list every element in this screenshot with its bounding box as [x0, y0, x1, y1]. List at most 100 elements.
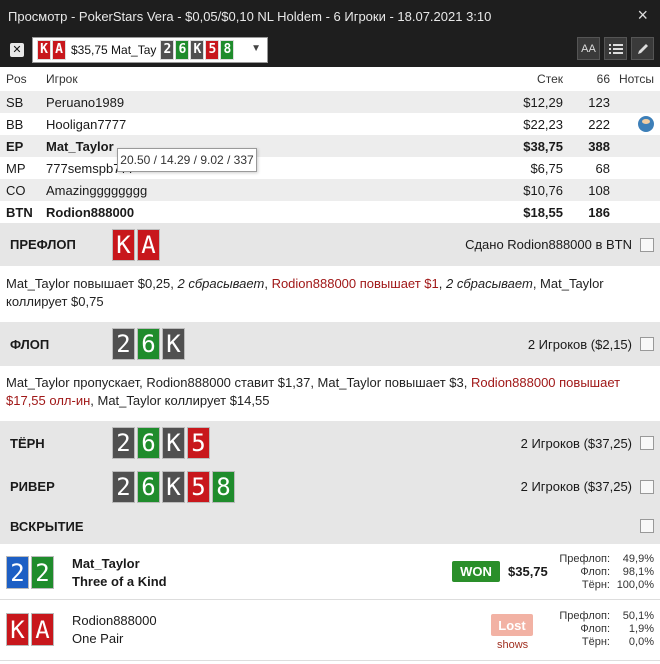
- action-text: Mat_Taylor повышает $0,25,: [6, 276, 178, 291]
- street-info: 2 Игроков ($37,25): [520, 435, 632, 451]
- equity-value: 100,0%: [616, 579, 654, 591]
- card: 2: [112, 427, 135, 459]
- equity-label: Префлоп:: [559, 610, 610, 622]
- street-turn: ТЁРН 2 6 K 5 2 Игроков ($37,25): [0, 421, 660, 465]
- equity-stats: Префлоп: 50,1% Флоп: 1,9% Тёрн: 0,0%: [554, 610, 654, 649]
- result-player: Mat_Taylor: [72, 556, 140, 571]
- row-pos: BTN: [6, 204, 33, 220]
- card: 6: [137, 328, 160, 360]
- row-pos: BB: [6, 116, 24, 132]
- result-cards: K A: [6, 613, 54, 646]
- edit-button[interactable]: [631, 37, 654, 60]
- street-name: ТЁРН: [10, 435, 45, 451]
- street-name: ВСКРЫТИЕ: [10, 518, 84, 534]
- toolbar: ✕ K A $35,75 Mat_Tay 2 6 K 5 8 ▼ AA: [0, 32, 660, 67]
- pencil-icon: [637, 43, 648, 54]
- hand-board-card: 8: [220, 39, 235, 60]
- row-stack: $6,75: [530, 160, 563, 176]
- hand-hole-card: A: [52, 39, 66, 60]
- close-hand-icon[interactable]: ✕: [10, 42, 24, 57]
- action-text: Mat_Taylor пропускает, Rodion888000 став…: [6, 375, 471, 390]
- won-amount: $35,75: [508, 564, 548, 579]
- preflop-actions: Mat_Taylor повышает $0,25, 2 сбрасывает,…: [6, 275, 646, 311]
- card: K: [162, 328, 185, 360]
- list-icon: [608, 43, 623, 54]
- toolbar-buttons: AA: [577, 37, 654, 60]
- hand-board-card: K: [190, 39, 205, 60]
- header-player[interactable]: Игрок: [46, 72, 426, 86]
- header-stat[interactable]: 66: [563, 72, 610, 86]
- row-stack: $12,29: [523, 94, 563, 110]
- equity-label: Префлоп:: [559, 553, 610, 565]
- row-pos: CO: [6, 182, 26, 198]
- street-cards: 2 6 K 5: [112, 427, 210, 459]
- street-checkbox[interactable]: [640, 479, 654, 494]
- close-window-icon[interactable]: ×: [637, 5, 648, 26]
- row-stack: $22,23: [523, 116, 563, 132]
- table-row[interactable]: SB Peruano1989 $12,29 123: [0, 91, 660, 113]
- list-button[interactable]: [604, 37, 627, 60]
- header-stack[interactable]: Стек: [426, 72, 563, 86]
- hand-board-card: 5: [205, 39, 220, 60]
- font-size-button[interactable]: AA: [577, 37, 600, 60]
- row-stat: 222: [588, 116, 610, 132]
- equity-value: 98,1%: [622, 566, 654, 578]
- street-cards: 2 6 K: [112, 328, 185, 360]
- hand-hole-card: K: [37, 39, 51, 60]
- won-badge: WON: [452, 561, 500, 582]
- street-checkbox[interactable]: [640, 337, 654, 351]
- action-sep: ,: [264, 276, 272, 291]
- row-stat: 68: [595, 160, 610, 176]
- hand-select-dropdown[interactable]: K A $35,75 Mat_Tay 2 6 K 5 8 ▼: [32, 36, 268, 63]
- row-stat: 123: [588, 94, 610, 110]
- row-player: Hooligan7777: [46, 116, 127, 132]
- card: K: [6, 613, 29, 646]
- action-sep: ,: [438, 276, 446, 291]
- header-pos[interactable]: Pos: [0, 72, 46, 86]
- street-info: Сдано Rodion888000 в BTN: [465, 237, 632, 252]
- result-hand: Three of a Kind: [72, 574, 167, 589]
- hand-board-card: 6: [175, 39, 190, 60]
- row-pos: EP: [6, 138, 24, 154]
- equity-label: Тёрн:: [581, 636, 610, 648]
- row-pos: MP: [6, 160, 26, 176]
- street-flop: ФЛОП 2 6 K 2 Игроков ($2,15): [0, 322, 660, 366]
- row-notes[interactable]: [610, 116, 660, 133]
- result-loser: K A Rodion888000 One Pair Lost shows Пре…: [0, 601, 660, 661]
- card: A: [31, 613, 54, 646]
- street-checkbox[interactable]: [640, 436, 654, 450]
- table-row[interactable]: CO Amazingggggggg $10,76 108: [0, 179, 660, 201]
- window-title: Просмотр - PokerStars Vera - $0,05/$0,10…: [8, 8, 492, 24]
- equity-value: 1,9%: [628, 623, 654, 635]
- card: A: [137, 228, 160, 261]
- card: 2: [112, 470, 135, 503]
- card: 8: [212, 470, 235, 503]
- street-checkbox[interactable]: [640, 237, 654, 252]
- card: K: [162, 427, 185, 459]
- equity-label: Тёрн:: [581, 579, 610, 591]
- card: 6: [137, 427, 160, 459]
- result-hand: One Pair: [72, 631, 124, 646]
- street-cards: K A: [112, 228, 160, 261]
- street-checkbox[interactable]: [640, 519, 654, 533]
- card: 5: [187, 470, 210, 503]
- flop-actions: Mat_Taylor пропускает, Rodion888000 став…: [6, 374, 646, 410]
- action-hero-raise: Rodion888000 повышает $1: [271, 276, 439, 291]
- table-row[interactable]: MP 777semspb777 $6,75 68: [0, 157, 660, 179]
- players-table: Pos Игрок Стек 66 Нотсы SB Peruano1989 $…: [0, 67, 660, 223]
- table-row[interactable]: EP Mat_Taylor $38,75 388: [0, 135, 660, 157]
- card: K: [162, 470, 185, 503]
- lost-badge: Lost: [491, 614, 533, 636]
- player-note-icon[interactable]: [638, 116, 654, 133]
- hand-select-text: $35,75 Mat_Tay: [71, 42, 157, 57]
- title-bar: Просмотр - PokerStars Vera - $0,05/$0,10…: [0, 0, 660, 32]
- street-name: ПРЕФЛОП: [10, 237, 76, 252]
- header-notes[interactable]: Нотсы: [610, 72, 660, 86]
- table-row[interactable]: BB Hooligan7777 $22,23 222: [0, 113, 660, 135]
- row-stack: $10,76: [523, 182, 563, 198]
- table-header: Pos Игрок Стек 66 Нотсы: [0, 67, 660, 91]
- row-player: Rodion888000: [46, 204, 135, 220]
- street-river: РИВЕР 2 6 K 5 8 2 Игроков ($37,25): [0, 465, 660, 508]
- table-row[interactable]: BTN Rodion888000 $18,55 186: [0, 201, 660, 223]
- row-player: Peruano1989: [46, 94, 125, 110]
